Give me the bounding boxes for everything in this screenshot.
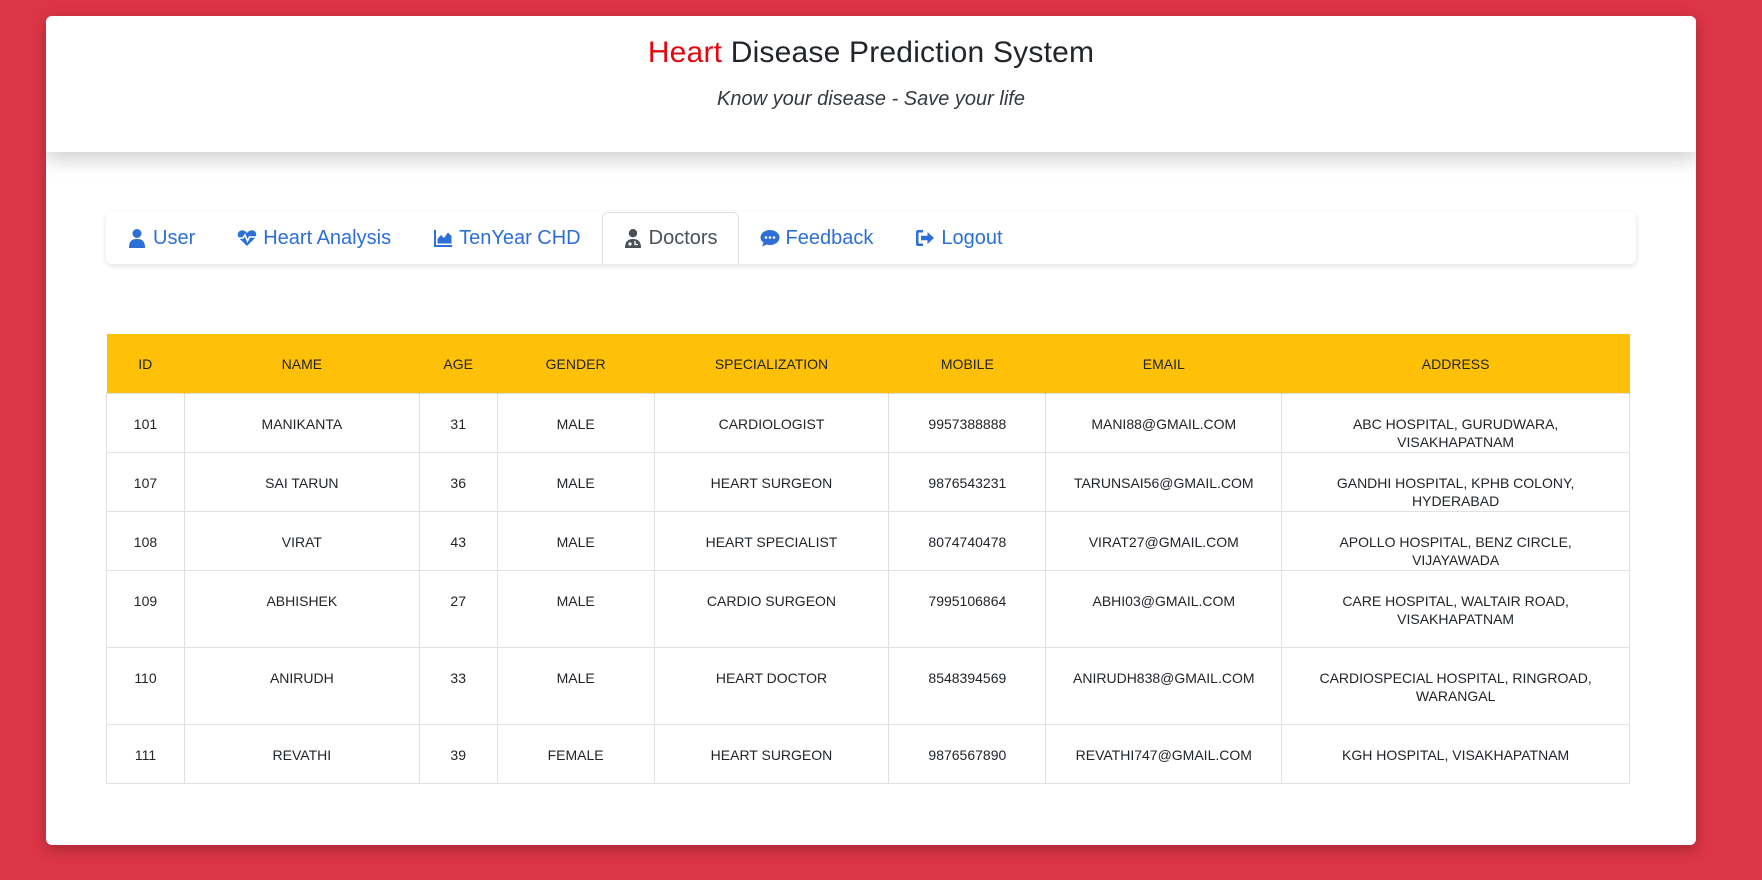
cell-specialization: HEART SURGEON xyxy=(653,724,890,784)
cell-mobile: 8548394569 xyxy=(888,647,1047,725)
cell-name: ABHISHEK xyxy=(183,570,420,648)
cell-mobile: 8074740478 xyxy=(888,511,1047,571)
cell-id: 111 xyxy=(106,724,185,784)
tab-label: User xyxy=(153,226,196,249)
cell-gender: MALE xyxy=(496,511,655,571)
column-header-mobile: MOBILE xyxy=(888,334,1047,394)
tab-label: Logout xyxy=(941,226,1003,249)
cell-email: MANI88@GMAIL.COM xyxy=(1045,393,1283,453)
cell-id: 110 xyxy=(106,647,185,725)
cell-specialization: CARDIO SURGEON xyxy=(653,570,890,648)
heartbeat-icon xyxy=(237,228,257,248)
cell-age: 33 xyxy=(418,647,498,725)
cell-name: REVATHI xyxy=(183,724,420,784)
main-card: Heart Disease Prediction System Know you… xyxy=(46,16,1696,845)
page-subtitle: Know your disease - Save your life xyxy=(717,88,1025,110)
tab-heart-analysis[interactable]: Heart Analysis xyxy=(216,212,412,264)
tab-label: Heart Analysis xyxy=(263,226,392,249)
table-row: 110 ANIRUDH 33 MALE HEART DOCTOR 8548394… xyxy=(106,647,1630,725)
cell-mobile: 7995106864 xyxy=(888,570,1047,648)
cell-name: ANIRUDH xyxy=(183,647,420,725)
tab-label: Doctors xyxy=(648,226,718,249)
cell-email: TARUNSAI56@GMAIL.COM xyxy=(1045,452,1283,512)
cell-gender: MALE xyxy=(496,452,655,512)
column-header-email: EMAIL xyxy=(1045,334,1283,394)
cell-gender: FEMALE xyxy=(496,724,655,784)
cell-age: 36 xyxy=(418,452,498,512)
doctor-icon xyxy=(623,228,643,248)
cell-age: 39 xyxy=(418,724,498,784)
column-header-gender: GENDER xyxy=(497,334,655,394)
area-chart-icon xyxy=(433,228,453,248)
cell-address: CARDIOSPECIAL HOSPITAL, RINGROAD, WARANG… xyxy=(1281,647,1630,725)
tab-doctors[interactable]: Doctors xyxy=(601,212,739,264)
title-accent: Heart xyxy=(647,36,723,69)
cell-email: REVATHI747@GMAIL.COM xyxy=(1045,724,1283,784)
doctors-table: ID NAME AGE GENDER SPECIALIZATION MOBILE… xyxy=(106,334,1630,784)
cell-mobile: 9876543231 xyxy=(888,452,1047,512)
column-header-specialization: SPECIALIZATION xyxy=(654,334,890,394)
page-header: Heart Disease Prediction System Know you… xyxy=(46,16,1696,152)
cell-id: 101 xyxy=(106,393,185,453)
cell-name: VIRAT xyxy=(183,511,420,571)
cell-name: SAI TARUN xyxy=(183,452,420,512)
column-header-name: NAME xyxy=(184,334,420,394)
tab-user[interactable]: User xyxy=(106,212,216,264)
table-row: 108 VIRAT 43 MALE HEART SPECIALIST 80747… xyxy=(106,511,1630,571)
cell-specialization: HEART DOCTOR xyxy=(653,647,890,725)
table-row: 107 SAI TARUN 36 MALE HEART SURGEON 9876… xyxy=(106,452,1630,512)
table-row: 109 ABHISHEK 27 MALE CARDIO SURGEON 7995… xyxy=(106,570,1630,648)
title-rest: Disease Prediction System xyxy=(722,36,1095,69)
cell-address: KGH HOSPITAL, VISAKHAPATNAM xyxy=(1281,724,1630,784)
cell-age: 27 xyxy=(418,570,498,648)
cell-gender: MALE xyxy=(496,570,655,648)
comments-icon xyxy=(760,228,780,248)
user-icon xyxy=(127,228,147,248)
tab-tenyear-chd[interactable]: TenYear CHD xyxy=(412,212,602,264)
tab-logout[interactable]: Logout xyxy=(894,212,1023,264)
nav-tabs: User Heart Analysis TenYear CHD Doctors … xyxy=(106,212,1636,264)
cell-id: 109 xyxy=(106,570,185,648)
column-header-address: ADDRESS xyxy=(1281,334,1630,394)
cell-email: ABHI03@GMAIL.COM xyxy=(1045,570,1283,648)
logout-icon xyxy=(915,228,935,248)
cell-gender: MALE xyxy=(496,393,655,453)
cell-id: 108 xyxy=(106,511,185,571)
cell-id: 107 xyxy=(106,452,185,512)
page-title: Heart Disease Prediction System xyxy=(46,16,1696,70)
tab-label: Feedback xyxy=(785,226,874,249)
cell-address: CARE HOSPITAL, WALTAIR ROAD, VISAKHAPATN… xyxy=(1281,570,1630,648)
cell-specialization: CARDIOLOGIST xyxy=(653,393,890,453)
cell-gender: MALE xyxy=(496,647,655,725)
table-row: 111 REVATHI 39 FEMALE HEART SURGEON 9876… xyxy=(106,724,1630,784)
column-header-age: AGE xyxy=(419,334,498,394)
cell-age: 43 xyxy=(418,511,498,571)
tab-label: TenYear CHD xyxy=(459,226,581,249)
cell-email: ANIRUDH838@GMAIL.COM xyxy=(1045,647,1283,725)
cell-address: GANDHI HOSPITAL, KPHB COLONY, HYDERABAD xyxy=(1281,452,1630,512)
cell-specialization: HEART SURGEON xyxy=(653,452,890,512)
column-header-id: ID xyxy=(106,334,185,394)
tab-feedback[interactable]: Feedback xyxy=(739,212,895,264)
cell-name: MANIKANTA xyxy=(183,393,420,453)
table-header: ID NAME AGE GENDER SPECIALIZATION MOBILE… xyxy=(106,334,1630,394)
cell-age: 31 xyxy=(418,393,498,453)
cell-mobile: 9957388888 xyxy=(888,393,1047,453)
cell-specialization: HEART SPECIALIST xyxy=(653,511,890,571)
cell-address: ABC HOSPITAL, GURUDWARA, VISAKHAPATNAM xyxy=(1281,393,1630,453)
cell-mobile: 9876567890 xyxy=(888,724,1047,784)
table-row: 101 MANIKANTA 31 MALE CARDIOLOGIST 99573… xyxy=(106,393,1630,453)
cell-email: VIRAT27@GMAIL.COM xyxy=(1045,511,1283,571)
cell-address: APOLLO HOSPITAL, BENZ CIRCLE, VIJAYAWADA xyxy=(1281,511,1630,571)
